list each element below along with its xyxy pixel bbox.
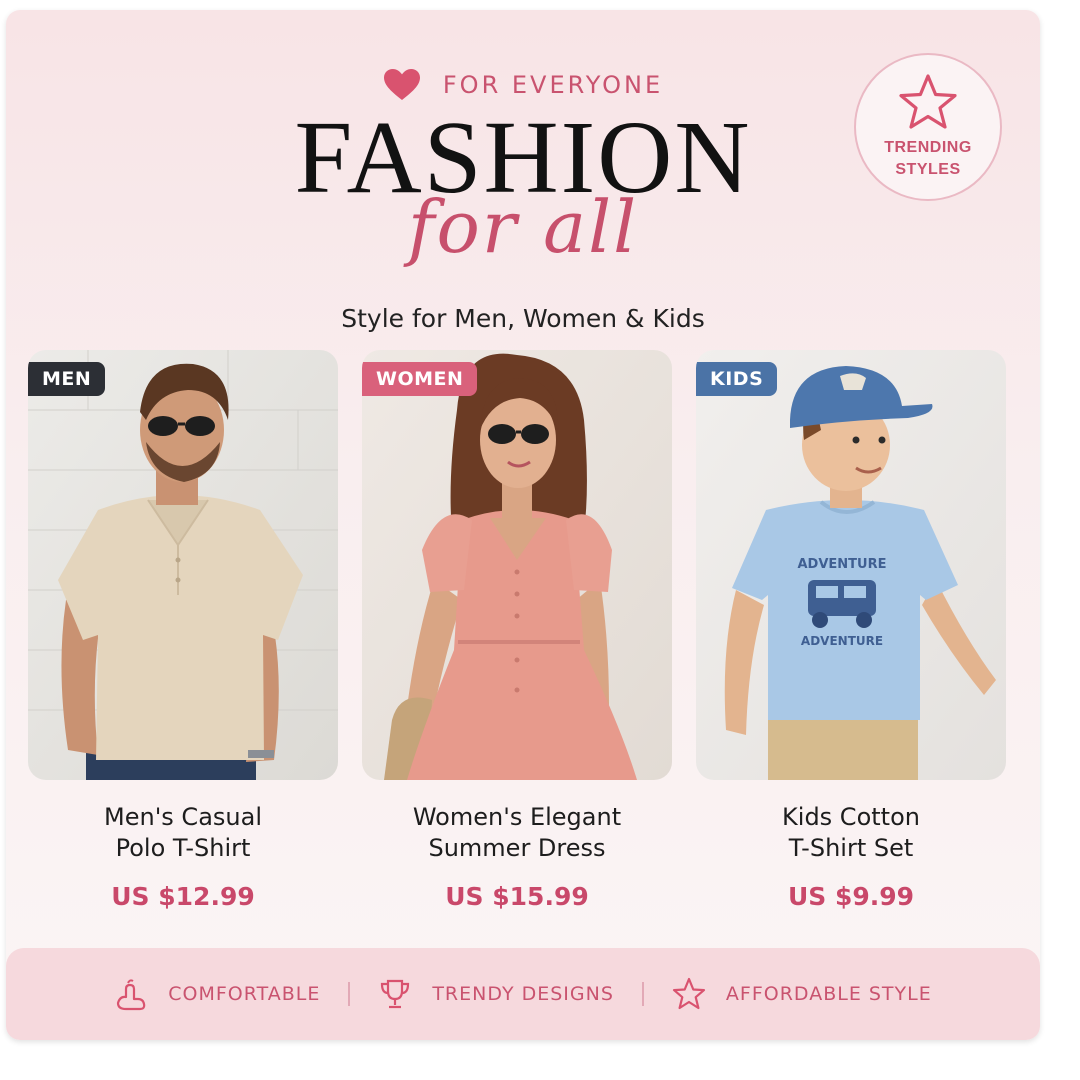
product-card-men[interactable]: MEN Men's Casual Polo T-Shirt US $12.99	[28, 350, 338, 911]
heart-icon	[383, 69, 420, 100]
woman-dress-image	[362, 350, 672, 780]
product-name-women[interactable]: Women's Elegant Summer Dress	[362, 802, 672, 864]
category-tag-kids[interactable]: KIDS	[696, 362, 778, 396]
badge-line-2: STYLES	[895, 161, 961, 178]
trending-badge[interactable]: TRENDING STYLES	[854, 53, 1002, 201]
feature-label: COMFORTABLE	[168, 983, 321, 1005]
feature-label: TRENDY DESIGNS	[432, 983, 614, 1005]
script-title: for all	[407, 185, 639, 269]
star-outline-icon	[672, 977, 705, 1010]
man-polo-image	[28, 350, 338, 780]
badge-line-1: TRENDING	[884, 139, 972, 157]
promo-card: FOR EVERYONE FASHION for all Style for M…	[6, 10, 1040, 1040]
product-card-women[interactable]: WOMEN Women's Elegant Summer Dress US $1…	[362, 350, 672, 911]
product-name-line-1: Women's Elegant	[412, 803, 622, 831]
subtitle: Style for Men, Women & Kids	[341, 304, 705, 333]
product-name-line-1: Kids Cotton	[782, 803, 920, 831]
category-tag-men[interactable]: MEN	[28, 362, 106, 396]
product-image-kids[interactable]: ADVENTURE ADVENTURE KIDS	[696, 350, 1006, 780]
product-card-kids[interactable]: ADVENTURE ADVENTURE KIDS Kids Cotton T-S…	[696, 350, 1006, 911]
comfort-icon	[117, 979, 146, 1011]
product-image-men[interactable]: MEN	[28, 350, 338, 780]
product-name-men[interactable]: Men's Casual Polo T-Shirt	[28, 802, 338, 864]
product-name-line-2: T-Shirt Set	[788, 834, 914, 863]
shirt-print-bottom: ADVENTURE	[801, 634, 883, 648]
shirt-print-top: ADVENTURE	[798, 557, 887, 572]
product-price-kids: US $9.99	[787, 882, 915, 912]
feature-affordable-style: AFFORDABLE STYLE	[644, 977, 960, 1011]
features-bar: COMFORTABLE TRENDY DESIGNS AFFORDABLE ST…	[6, 948, 1040, 1040]
product-name-line-2: Summer Dress	[428, 834, 606, 863]
feature-label: AFFORDABLE STYLE	[725, 983, 932, 1005]
product-name-kids[interactable]: Kids Cotton T-Shirt Set	[696, 802, 1006, 864]
product-image-women[interactable]: WOMEN	[362, 350, 672, 780]
trophy-icon	[381, 979, 410, 1009]
product-name-line-2: Polo T-Shirt	[115, 834, 251, 863]
category-tag-women[interactable]: WOMEN	[362, 362, 478, 396]
feature-comfortable: COMFORTABLE	[86, 977, 348, 1011]
product-price-women: US $15.99	[445, 882, 589, 912]
product-price-men: US $12.99	[111, 882, 255, 912]
badge-text: TRENDING STYLES	[884, 137, 972, 180]
star-icon	[899, 74, 957, 130]
eyebrow-text: FOR EVERYONE	[442, 71, 664, 99]
product-name-line-1: Men's Casual	[104, 803, 262, 831]
feature-trendy-designs: TRENDY DESIGNS	[350, 977, 642, 1011]
kid-tshirt-image: ADVENTURE ADVENTURE	[696, 350, 1006, 780]
